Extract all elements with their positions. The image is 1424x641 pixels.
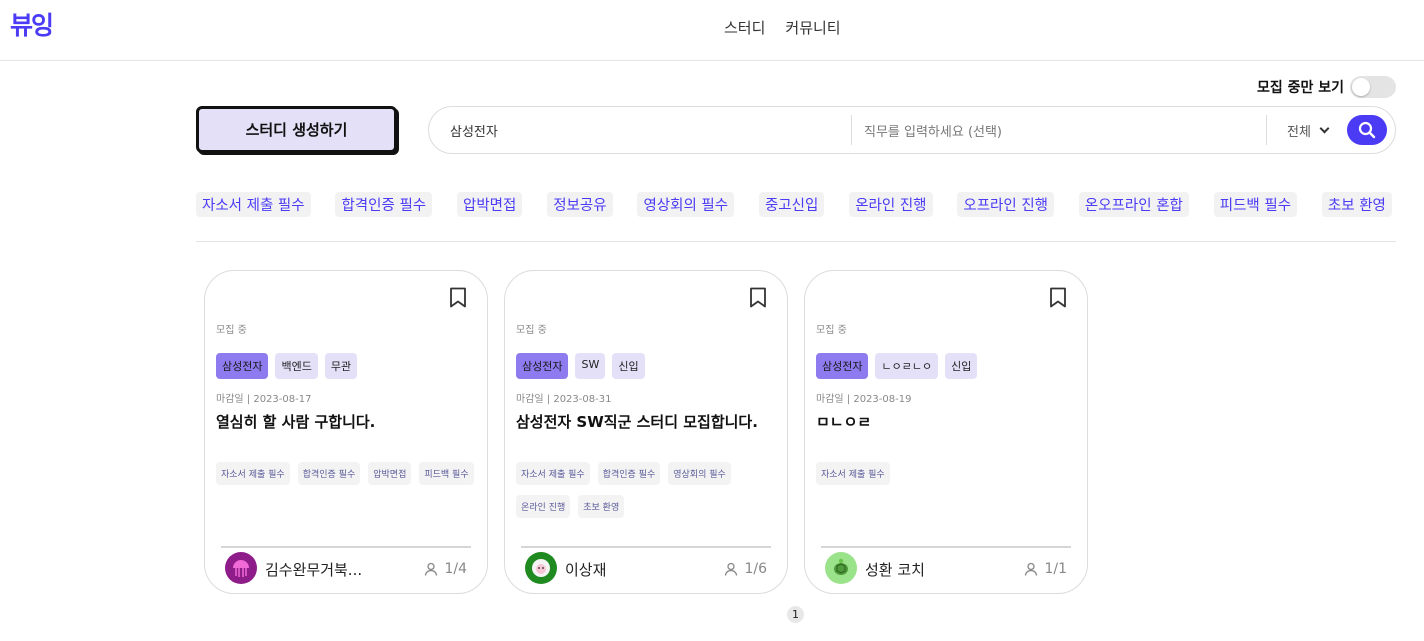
- bookmark-icon[interactable]: [749, 287, 767, 308]
- avatar: [525, 552, 557, 584]
- company-tag: 삼성전자: [516, 353, 569, 379]
- filter-chip[interactable]: 피드백 필수: [1213, 192, 1298, 217]
- filter-chip[interactable]: 자소서 제출 필수: [196, 192, 311, 217]
- pagination-page[interactable]: 1: [787, 606, 804, 623]
- deadline: 마감일 | 2023-08-17: [216, 394, 312, 405]
- career-tag: 신입: [612, 353, 645, 379]
- search-bar: 삼성전자 직무를 입력하세요 (선택) 전체: [428, 106, 1396, 154]
- filter-chip[interactable]: 영상회의 필수: [637, 192, 735, 217]
- card-chip: 자소서 제출 필수: [216, 462, 290, 485]
- logo[interactable]: 뷰잉: [10, 6, 54, 42]
- nav-study[interactable]: 스터디: [724, 17, 765, 38]
- avatar: [825, 552, 857, 584]
- recruit-status: 모집 중: [516, 325, 547, 336]
- search-button[interactable]: [1347, 115, 1387, 145]
- deadline: 마감일 | 2023-08-31: [516, 394, 612, 405]
- member-count: 1/1: [1024, 561, 1067, 577]
- career-tag: 무관: [324, 353, 358, 379]
- card-title: ㅁㄴㅇㄹ: [816, 413, 872, 431]
- nav-community[interactable]: 커뮤니티: [785, 17, 840, 38]
- card-chip: 합격인증 필수: [297, 462, 361, 485]
- filter-chip[interactable]: 합격인증 필수: [335, 192, 433, 217]
- card-divider: [521, 546, 771, 548]
- job-tag: SW: [575, 353, 606, 379]
- person-icon: [1025, 562, 1038, 576]
- card-chip: 초보 환영: [578, 495, 625, 518]
- person-icon: [425, 562, 438, 576]
- job-tag: 백엔드: [275, 353, 318, 379]
- bookmark-icon[interactable]: [1049, 287, 1067, 308]
- card-divider: [821, 546, 1071, 548]
- main-nav: 스터디 커뮤니티: [724, 17, 841, 38]
- category-select[interactable]: 전체: [1267, 121, 1347, 140]
- card-chips: 자소서 제출 필수 합격인증 필수 압박면접 피드백 필수: [216, 462, 476, 485]
- filter-chip[interactable]: 정보공유: [547, 192, 613, 217]
- card-chip: 피드백 필수: [419, 462, 474, 485]
- job-search-input[interactable]: 직무를 입력하세요 (선택): [852, 115, 1267, 145]
- card-title: 열심히 할 사람 구합니다.: [216, 413, 376, 431]
- study-card[interactable]: 모집 중 삼성전자 ㄴㅇㄹㄴㅇ 신입 마감일 | 2023-08-19 ㅁㄴㅇㄹ…: [804, 270, 1088, 594]
- member-count: 1/6: [724, 561, 767, 577]
- recruiting-toggle-group: 모집 중만 보기: [1257, 76, 1396, 98]
- study-card[interactable]: 모집 중 삼성전자 백엔드 무관 마감일 | 2023-08-17 열심히 할 …: [204, 270, 488, 594]
- job-tag: ㄴㅇㄹㄴㅇ: [875, 353, 939, 379]
- card-tags: 삼성전자 SW 신입: [516, 353, 645, 379]
- create-study-button[interactable]: 스터디 생성하기: [196, 106, 397, 153]
- author-name: 성환 코치: [865, 561, 925, 579]
- company-search-input[interactable]: 삼성전자: [429, 115, 852, 145]
- member-count-value: 1/4: [444, 561, 467, 577]
- recruit-status: 모집 중: [816, 325, 847, 336]
- chevron-down-icon: [1319, 123, 1330, 133]
- filter-chip[interactable]: 온오프라인 혼합: [1078, 192, 1189, 217]
- card-tags: 삼성전자 백엔드 무관: [216, 353, 358, 379]
- study-card[interactable]: 모집 중 삼성전자 SW 신입 마감일 | 2023-08-31 삼성전자 SW…: [504, 270, 788, 594]
- member-count-value: 1/6: [744, 561, 767, 577]
- turtle-icon: [834, 558, 848, 575]
- card-divider: [221, 546, 471, 548]
- company-tag: 삼성전자: [216, 353, 269, 379]
- card-title: 삼성전자 SW직군 스터디 모집합니다.: [516, 413, 758, 431]
- deadline: 마감일 | 2023-08-19: [816, 394, 912, 405]
- card-chips: 자소서 제출 필수: [816, 462, 1076, 485]
- card-chip: 자소서 제출 필수: [816, 462, 890, 485]
- filter-chip[interactable]: 초보 환영: [1321, 192, 1392, 217]
- bookmark-icon[interactable]: [449, 287, 467, 308]
- card-tags: 삼성전자 ㄴㅇㄹㄴㅇ 신입: [816, 353, 978, 379]
- card-chip: 온라인 진행: [516, 495, 571, 518]
- member-count: 1/4: [424, 561, 467, 577]
- search-icon: [1358, 121, 1376, 139]
- avatar: [225, 552, 257, 584]
- filter-divider: [196, 241, 1396, 242]
- recruiting-toggle-label: 모집 중만 보기: [1256, 80, 1344, 96]
- card-chip: 합격인증 필수: [597, 462, 661, 485]
- card-chip: 영상회의 필수: [668, 462, 731, 485]
- top-header: 뷰잉 스터디 커뮤니티: [0, 0, 1424, 61]
- filter-bar: 자소서 제출 필수 합격인증 필수 압박면접 정보공유 영상회의 필수 중고신입…: [196, 192, 1396, 217]
- person-icon: [725, 562, 738, 576]
- recruit-status: 모집 중: [216, 325, 247, 336]
- filter-chip[interactable]: 오프라인 진행: [957, 192, 1055, 217]
- recruiting-toggle[interactable]: [1350, 76, 1396, 98]
- card-chip: 압박면접: [368, 462, 412, 485]
- card-chip: 자소서 제출 필수: [516, 462, 590, 485]
- jellyfish-icon: [233, 560, 249, 577]
- author-name: 이상재: [565, 561, 607, 579]
- filter-chip[interactable]: 온라인 진행: [849, 192, 933, 217]
- author-name: 김수완무거북...: [265, 561, 363, 579]
- filter-chip[interactable]: 중고신입: [758, 192, 825, 217]
- member-count-value: 1/1: [1044, 561, 1067, 577]
- company-tag: 삼성전자: [816, 353, 869, 379]
- toggle-knob: [1352, 78, 1370, 96]
- card-chips: 자소서 제출 필수 합격인증 필수 영상회의 필수 온라인 진행 초보 환영: [516, 462, 776, 518]
- category-select-value: 전체: [1287, 124, 1311, 140]
- career-tag: 신입: [945, 353, 978, 379]
- filter-chip[interactable]: 압박면접: [456, 192, 523, 217]
- sheep-icon: [532, 559, 550, 577]
